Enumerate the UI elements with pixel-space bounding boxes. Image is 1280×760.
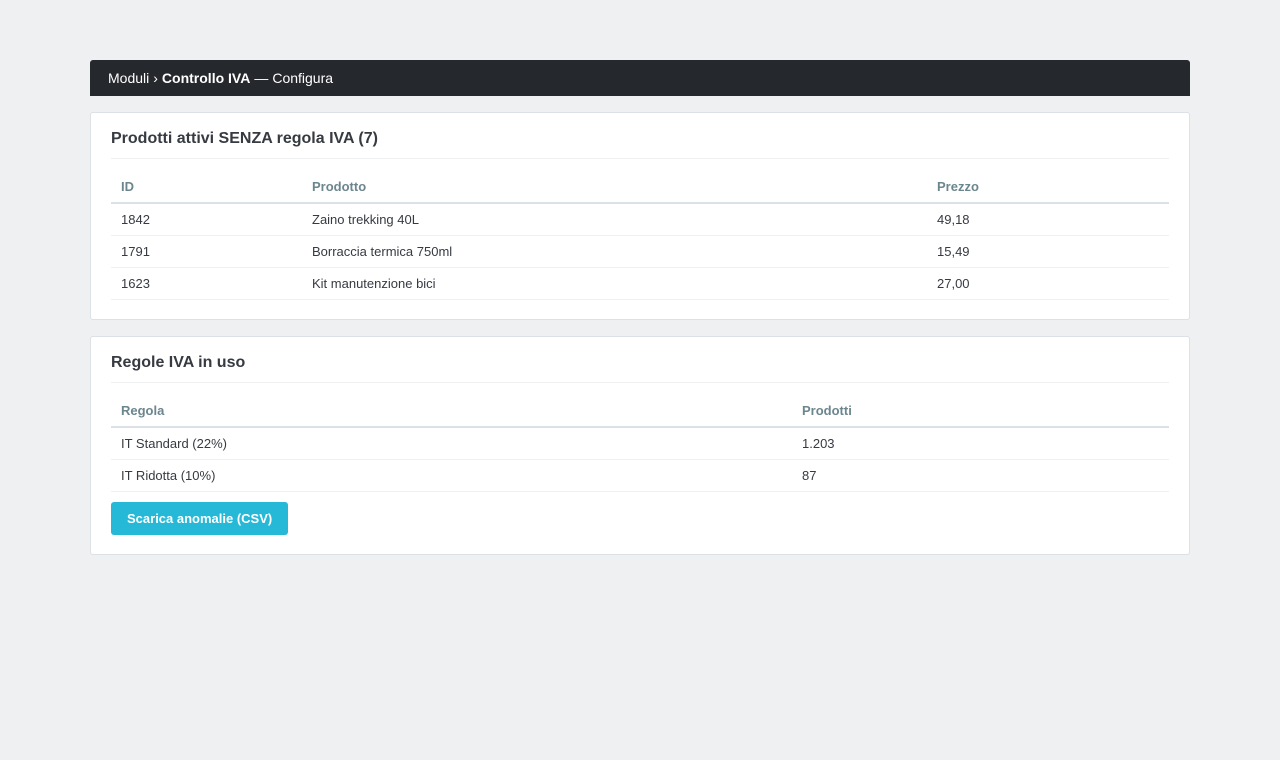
product-price: 15,49: [927, 235, 1169, 268]
products-without-tax-panel: Prodotti attivi SENZA regola IVA (7) ID …: [90, 112, 1190, 320]
product-price: 27,00: [927, 267, 1169, 300]
product-name: Borraccia termica 750ml: [302, 235, 927, 268]
breadcrumb-bar: Moduli › Controllo IVA — Configura: [90, 60, 1190, 96]
column-header-products: Prodotti: [792, 394, 1169, 428]
product-id: 1791: [111, 235, 302, 268]
column-header-price: Prezzo: [927, 170, 1169, 204]
column-header-id: ID: [111, 170, 302, 204]
breadcrumb-dash: —: [254, 70, 269, 86]
download-anomalies-csv-button[interactable]: Scarica anomalie (CSV): [111, 501, 289, 535]
product-id: 1623: [111, 267, 302, 300]
column-header-rule: Regola: [111, 394, 792, 428]
rule-name: IT Ridotta (10%): [111, 459, 792, 492]
products-table-header: ID Prodotto Prezzo: [111, 170, 1169, 204]
breadcrumb-separator: ›: [153, 70, 158, 86]
breadcrumb-module: Controllo IVA: [161, 70, 251, 86]
product-price: 49,18: [927, 203, 1169, 236]
table-row: 1623 Kit manutenzione bici 27,00: [111, 267, 1169, 300]
rules-table: Regola Prodotti IT Standard (22%) 1.203 …: [111, 394, 1169, 492]
table-row: IT Ridotta (10%) 87: [111, 459, 1169, 492]
product-id: 1842: [111, 203, 302, 236]
product-name: Zaino trekking 40L: [302, 203, 927, 236]
rules-table-header: Regola Prodotti: [111, 394, 1169, 428]
tax-rules-panel: Regole IVA in uso Regola Prodotti IT Sta…: [90, 336, 1190, 555]
page-container: Moduli › Controllo IVA — Configura Prodotti …: [90, 60, 1190, 555]
products-panel-title: Prodotti attivi SENZA regola IVA (7): [111, 113, 1169, 159]
breadcrumb-action: Configura: [272, 70, 334, 86]
product-name: Kit manutenzione bici: [302, 267, 927, 300]
breadcrumb-parent[interactable]: Moduli: [108, 70, 149, 86]
rule-product-count: 1.203: [792, 427, 1169, 460]
rule-product-count: 87: [792, 459, 1169, 492]
rule-name: IT Standard (22%): [111, 427, 792, 460]
table-row: 1791 Borraccia termica 750ml 15,49: [111, 235, 1169, 268]
table-row: 1842 Zaino trekking 40L 49,18: [111, 203, 1169, 236]
rules-panel-title: Regole IVA in uso: [111, 337, 1169, 383]
table-row: IT Standard (22%) 1.203: [111, 427, 1169, 460]
column-header-product: Prodotto: [302, 170, 927, 204]
products-table: ID Prodotto Prezzo 1842 Zaino trekking 4…: [111, 170, 1169, 300]
